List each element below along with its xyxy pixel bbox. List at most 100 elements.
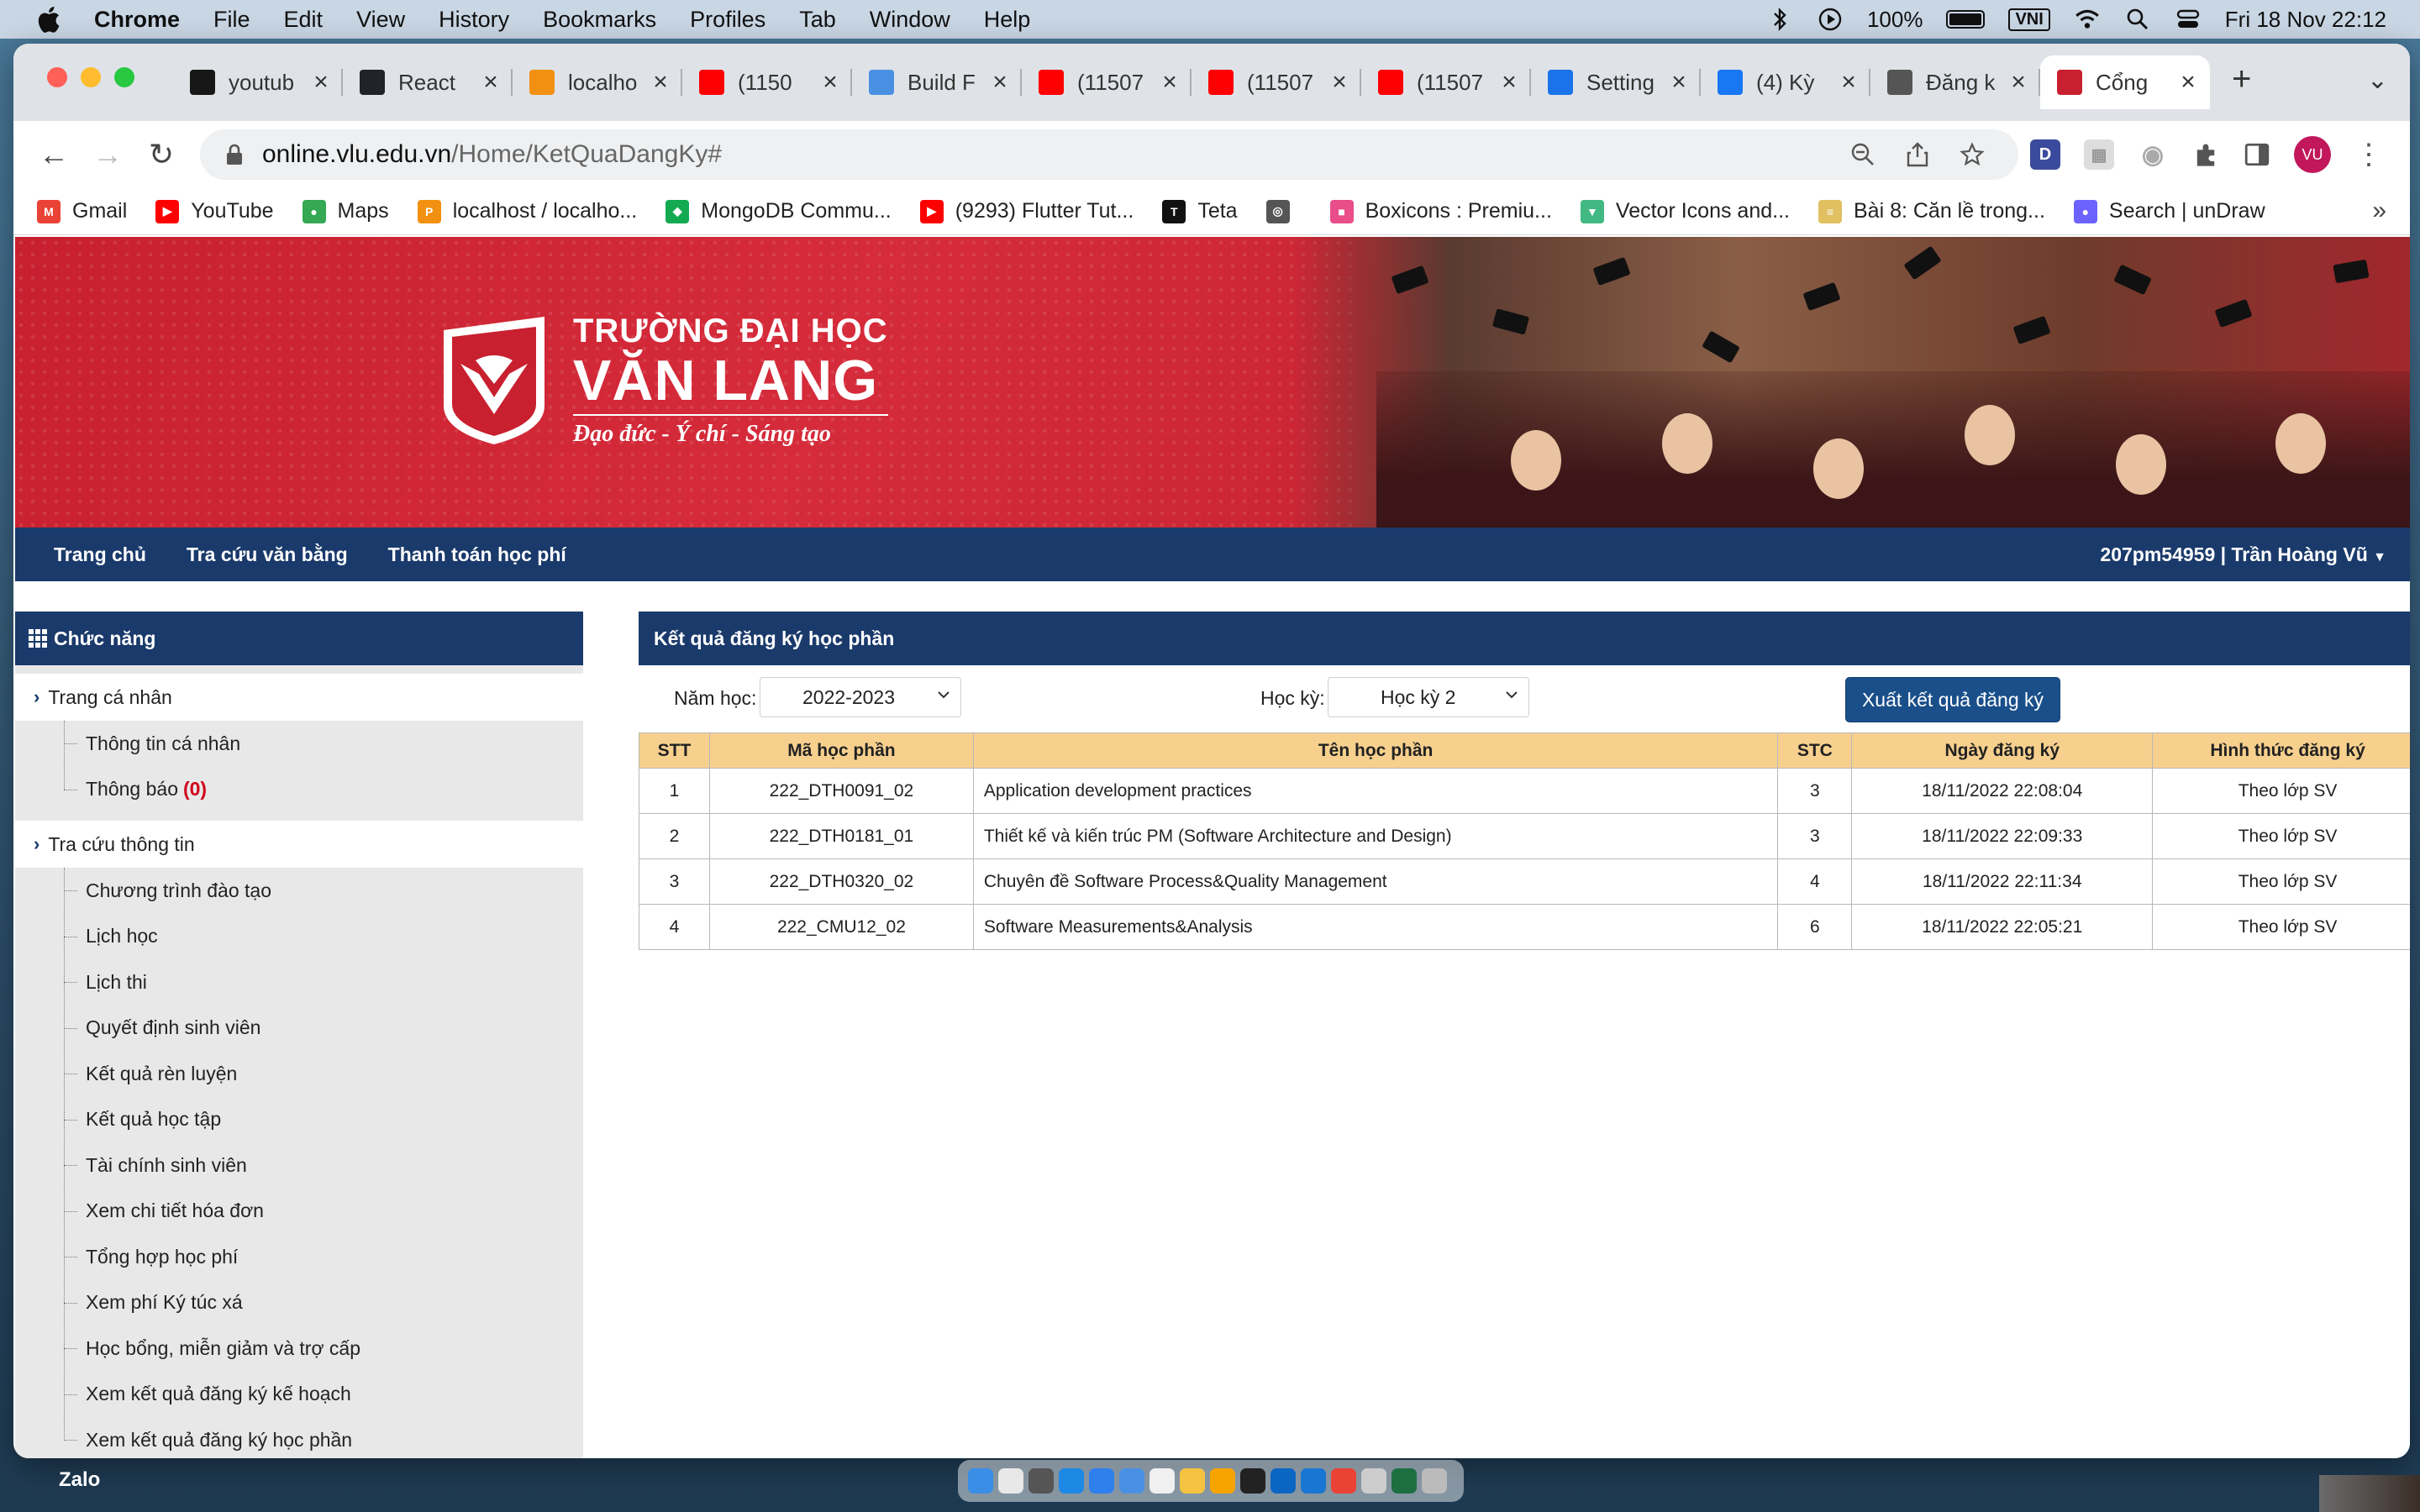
dock-app-icon[interactable]	[1392, 1468, 1417, 1494]
sidebar-item[interactable]: Xem kết quả đăng ký kế hoạch	[15, 1372, 583, 1418]
term-select[interactable]: Học kỳ 2	[1328, 677, 1529, 717]
bookmark-item[interactable]: ≡ Bài 8: Căn lề trong...	[1818, 199, 2045, 223]
menu-view[interactable]: View	[356, 7, 405, 33]
bookmark-item[interactable]: Plocalhost / localho...	[417, 199, 637, 223]
dock-app-icon[interactable]	[1119, 1468, 1144, 1494]
sidebar-item[interactable]: Quyết định sinh viên	[15, 1005, 583, 1052]
browser-menu-icon[interactable]: ⋮	[2354, 138, 2383, 171]
apple-icon[interactable]	[34, 4, 62, 34]
side-panel-icon[interactable]	[2244, 141, 2270, 168]
browser-tab[interactable]: Cổng ×	[2040, 55, 2210, 109]
close-tab-icon[interactable]: ×	[481, 68, 501, 97]
sidebar-group-personal[interactable]: › Trang cá nhân	[15, 674, 583, 721]
bookmark-item[interactable]: ▼ Vector Icons and...	[1580, 199, 1790, 223]
browser-tab[interactable]: Đăng k ×	[1870, 55, 2040, 109]
browser-tab[interactable]: Build F ×	[852, 55, 1022, 109]
sidebar-item[interactable]: Xem kết quả đăng ký học phần	[15, 1417, 583, 1458]
menu-window[interactable]: Window	[870, 7, 950, 33]
dock-app-icon[interactable]	[998, 1468, 1023, 1494]
close-tab-icon[interactable]: ×	[650, 68, 671, 97]
dock-app-icon[interactable]	[1210, 1468, 1235, 1494]
battery-icon[interactable]	[1946, 10, 1986, 29]
bookmark-item[interactable]: T Teta	[1162, 199, 1238, 223]
nav-home[interactable]: Trang chủ	[54, 543, 146, 566]
forward-arrow-icon[interactable]: →	[81, 137, 134, 172]
sidebar-item[interactable]: Xem phí Ký túc xá	[15, 1280, 583, 1326]
extension-d-icon[interactable]: D	[2030, 139, 2060, 170]
dock-app-icon[interactable]	[1422, 1468, 1447, 1494]
reload-icon[interactable]: ↻	[134, 137, 188, 172]
dock-app-icon[interactable]	[1240, 1468, 1265, 1494]
tab-search-chevron-icon[interactable]: ⌄	[2367, 66, 2388, 95]
sidebar-item[interactable]: Học bổng, miễn giảm và trợ cấp	[15, 1326, 583, 1372]
close-tab-icon[interactable]: ×	[1329, 68, 1349, 97]
menu-file[interactable]: File	[213, 7, 250, 33]
address-bar[interactable]: online.vlu.edu.vn/Home/KetQuaDangKy#	[200, 129, 2018, 180]
bookmark-item[interactable]: ◆ MongoDB Commu...	[666, 199, 892, 223]
lock-icon[interactable]	[225, 144, 244, 165]
browser-tab[interactable]: (11507 ×	[1022, 55, 1192, 109]
share-icon[interactable]	[1906, 142, 1929, 167]
bookmark-item[interactable]: ● Search | unDraw	[2073, 199, 2265, 223]
close-tab-icon[interactable]: ×	[1160, 68, 1180, 97]
profile-avatar[interactable]: VU	[2294, 136, 2331, 173]
wifi-icon[interactable]	[2074, 7, 2101, 32]
bookmarks-overflow-icon[interactable]: »	[2372, 197, 2386, 225]
dock-app-icon[interactable]	[1331, 1468, 1356, 1494]
browser-tab[interactable]: localho ×	[513, 55, 682, 109]
close-tab-icon[interactable]: ×	[990, 68, 1010, 97]
menu-bookmarks[interactable]: Bookmarks	[543, 7, 656, 33]
close-tab-icon[interactable]: ×	[2008, 68, 2028, 97]
close-tab-icon[interactable]: ×	[1669, 68, 1689, 97]
extensions-puzzle-icon[interactable]	[2191, 140, 2220, 169]
sidebar-item[interactable]: Lịch thi	[15, 959, 583, 1005]
close-window-button[interactable]	[47, 67, 67, 87]
sidebar-item[interactable]: Kết quả học tập	[15, 1097, 583, 1143]
sidebar-item[interactable]: Tổng hợp học phí	[15, 1234, 583, 1280]
dock-app-icon[interactable]	[1028, 1468, 1054, 1494]
menu-app-name[interactable]: Chrome	[94, 7, 180, 33]
bookmark-star-icon[interactable]	[1960, 142, 1985, 167]
browser-tab[interactable]: (4) Kỳ ×	[1701, 55, 1870, 109]
new-tab-icon[interactable]: +	[2232, 60, 2251, 98]
media-play-icon[interactable]	[1817, 7, 1844, 32]
sidebar-item[interactable]: Kết quả rèn luyện	[15, 1051, 583, 1097]
clock[interactable]: Fri 18 Nov 22:12	[2225, 7, 2386, 33]
browser-tab[interactable]: Setting ×	[1531, 55, 1701, 109]
dock-app-icon[interactable]	[1270, 1468, 1296, 1494]
browser-tab[interactable]: youtub ×	[173, 55, 343, 109]
sidebar-item[interactable]: Xem chi tiết hóa đơn	[15, 1189, 583, 1235]
dock-app-icon[interactable]	[1150, 1468, 1175, 1494]
sidebar-item-notifications[interactable]: Thông báo (0)	[15, 767, 583, 813]
dock-app-icon[interactable]	[1059, 1468, 1084, 1494]
browser-tab[interactable]: (11507 ×	[1192, 55, 1361, 109]
year-select[interactable]: 2022-2023	[760, 677, 961, 717]
menu-help[interactable]: Help	[984, 7, 1031, 33]
bookmark-item[interactable]: ▶ YouTube	[155, 199, 274, 223]
browser-tab[interactable]: React ×	[343, 55, 513, 109]
sidebar-item-personal-info[interactable]: Thông tin cá nhân	[15, 721, 583, 767]
dock-app-icon[interactable]	[1301, 1468, 1326, 1494]
nav-tuition-payment[interactable]: Thanh toán học phí	[388, 543, 566, 566]
browser-tab[interactable]: (1150 ×	[682, 55, 852, 109]
extension-grid-icon[interactable]: ▦	[2084, 139, 2114, 170]
zoom-out-icon[interactable]	[1850, 142, 1876, 167]
close-tab-icon[interactable]: ×	[1499, 68, 1519, 97]
user-menu[interactable]: 207pm54959 | Trần Hoàng Vũ ▼	[2100, 543, 2386, 566]
close-tab-icon[interactable]: ×	[311, 68, 331, 97]
export-results-button[interactable]: Xuất kết quả đăng ký	[1845, 677, 2060, 722]
control-center-icon[interactable]	[2175, 7, 2202, 32]
menu-profiles[interactable]: Profiles	[690, 7, 765, 33]
bookmark-item[interactable]: ● Maps	[302, 199, 389, 223]
back-arrow-icon[interactable]: ←	[27, 137, 81, 172]
bookmark-item[interactable]: ▶ (9293) Flutter Tut...	[919, 199, 1134, 223]
dock-app-icon[interactable]	[968, 1468, 993, 1494]
bookmark-item[interactable]: ◎	[1265, 199, 1302, 223]
input-method-indicator[interactable]: VNI	[2008, 8, 2050, 31]
extension-camera-icon[interactable]: ◉	[2138, 139, 2168, 170]
close-tab-icon[interactable]: ×	[820, 68, 840, 97]
sidebar-item[interactable]: Tài chính sinh viên	[15, 1142, 583, 1189]
dock-app-icon[interactable]	[1089, 1468, 1114, 1494]
zalo-desktop-label[interactable]: Zalo	[59, 1468, 100, 1492]
dock-app-icon[interactable]	[1180, 1468, 1205, 1494]
